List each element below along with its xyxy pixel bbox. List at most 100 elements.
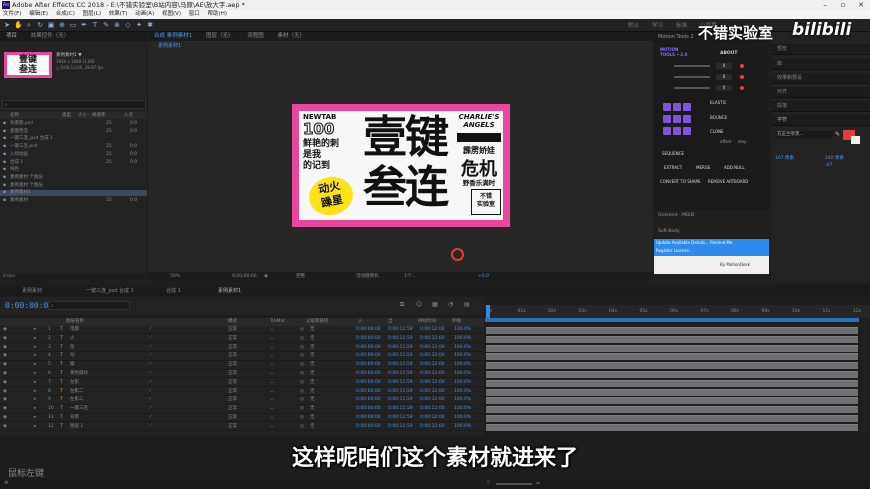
column-duration[interactable]: 持续时间 (418, 318, 436, 326)
pick-whip-icon[interactable]: ◎ (300, 370, 304, 377)
project-item-row[interactable]: ▪ 一键三连_psd 合成 1 (0, 136, 147, 142)
panel-library[interactable]: 库 (771, 59, 870, 70)
layer-mode-dropdown[interactable]: 正常 (228, 352, 237, 359)
layer-name[interactable]: 左影三 (70, 396, 84, 403)
expand-triangle-icon[interactable]: ▸ (34, 352, 36, 359)
slider-track-3[interactable] (674, 87, 710, 89)
pick-whip-icon[interactable]: ◎ (300, 396, 304, 403)
trkmat-dropdown[interactable]: ⌄ (270, 352, 274, 359)
timeline-layer-row[interactable]: ◉ ▸ 11 T 背景 ⁄ 正常 ⌄ ◎ 无 0:00:00:00 0:00:11:59 0:00:12… (0, 414, 484, 423)
eyedropper-icon[interactable]: ✎ (835, 131, 840, 138)
visibility-eye-icon[interactable]: ◉ (3, 326, 7, 333)
keyframe-dot-icon-3[interactable] (740, 86, 744, 90)
panel-paragraph[interactable]: 段落 (771, 101, 870, 112)
expand-triangle-icon[interactable]: ▸ (34, 379, 36, 386)
timeline-tab-3[interactable]: 合成 1 (166, 286, 181, 296)
layer-name[interactable]: 左影二 (70, 388, 84, 395)
graph-editor-icon[interactable]: ▤ (464, 301, 470, 308)
layer-duration[interactable]: 0:00:12:00 (420, 352, 445, 359)
layer-duration-bar[interactable] (486, 388, 858, 396)
layer-duration-bar[interactable] (486, 397, 858, 405)
layer-name[interactable]: 左影 (70, 379, 79, 386)
expand-triangle-icon[interactable]: ▸ (34, 423, 36, 430)
add-null-button[interactable]: ADD NULL (724, 165, 745, 170)
timeline-layer-row[interactable]: ◉ ▸ 6 T 黄色圆块 ⁄ 正常 ⌄ ◎ 无 0:00:00:00 0:00:11:59 0:00:1… (0, 370, 484, 379)
project-item-row[interactable]: ▪ 纯色 (0, 167, 147, 173)
tab-footage[interactable]: 素材（无） (278, 33, 306, 39)
pen-tool-icon[interactable]: ✒ (80, 21, 88, 29)
layer-switch-icon[interactable]: ⁄ (150, 326, 151, 333)
keyframe-dot-icon-2[interactable] (740, 75, 744, 79)
panel-effects-presets[interactable]: 效果和预设 (771, 73, 870, 84)
workspace-standard[interactable]: 标准 (676, 21, 687, 29)
layer-out-time[interactable]: 0:00:11:59 (388, 423, 413, 430)
timeline-tab-1[interactable]: 素例素材 (22, 286, 42, 296)
layer-in-time[interactable]: 0:00:00:00 (356, 414, 381, 421)
timeline-tab-4[interactable]: 素例素材1 (218, 286, 241, 296)
layer-switch-icon[interactable]: ⁄ (150, 405, 151, 412)
project-item-row[interactable]: ▪ 素例素材 25 0:0 (0, 198, 147, 204)
visibility-eye-icon[interactable]: ◉ (3, 405, 7, 412)
trkmat-dropdown[interactable]: ⌄ (270, 423, 274, 430)
hand-tool-icon[interactable]: ✋ (14, 21, 23, 29)
convert-to-shape-button[interactable]: CONVERT TO SHAPE (660, 179, 701, 184)
layer-mode-dropdown[interactable]: 正常 (228, 388, 237, 395)
layer-mode-dropdown[interactable]: 正常 (228, 361, 237, 368)
merge-button[interactable]: MERGE (696, 165, 710, 170)
project-item-row[interactable]: ▪ 素例素材 个图层 (0, 175, 147, 181)
layer-name[interactable]: 躁 (70, 361, 75, 368)
layer-duration-bar[interactable] (486, 327, 858, 334)
layer-in-time[interactable]: 0:00:00:00 (356, 405, 381, 412)
panel-align[interactable]: 对齐 (771, 87, 870, 98)
parent-dropdown[interactable]: 无 (310, 326, 315, 333)
parent-dropdown[interactable]: 无 (310, 396, 315, 403)
pick-whip-icon[interactable]: ◎ (300, 352, 304, 359)
column-size[interactable]: 大小 (78, 112, 87, 119)
trkmat-dropdown[interactable]: ⌄ (270, 414, 274, 421)
expand-triangle-icon[interactable]: ▸ (34, 344, 36, 351)
layer-out-time[interactable]: 0:00:11:59 (388, 388, 413, 395)
project-item-row[interactable]: ▪ 素例素材 个图层 (0, 183, 147, 189)
remove-artboard-button[interactable]: REMOVE ARTBOARD (708, 179, 748, 184)
trkmat-dropdown[interactable]: ⌄ (270, 335, 274, 342)
layer-switch-icon[interactable]: ⁄ (150, 379, 151, 386)
pick-whip-icon[interactable]: ◎ (300, 388, 304, 395)
anchor-grid[interactable] (662, 102, 695, 138)
eraser-tool-icon[interactable]: ◇ (124, 21, 132, 29)
views-dropdown[interactable]: 1个... (404, 272, 416, 282)
bit-depth-label[interactable]: 8 bpc (3, 274, 15, 279)
layer-out-time[interactable]: 0:00:11:59 (388, 352, 413, 359)
layer-duration[interactable]: 0:00:12:00 (420, 335, 445, 342)
timeline-layer-row[interactable]: ◉ ▸ 9 T 左影三 ⁄ 正常 ⌄ ◎ 无 0:00:00:00 0:00:11:59 0:00:12… (0, 396, 484, 405)
frame-blend-icon[interactable]: ▦ (432, 301, 438, 308)
timeline-tab-2[interactable]: 一键三连_psd 合成 1 (86, 286, 134, 296)
kerning-field[interactable]: -47 (825, 163, 832, 168)
pick-whip-icon[interactable]: ◎ (300, 361, 304, 368)
visibility-eye-icon[interactable]: ◉ (3, 335, 7, 342)
parent-dropdown[interactable]: 无 (310, 379, 315, 386)
value-field-2[interactable]: 0 (716, 74, 732, 80)
visibility-eye-icon[interactable]: ◉ (3, 379, 7, 386)
maximize-button[interactable]: ▫ (834, 0, 852, 10)
column-name[interactable]: 名称 (10, 112, 19, 119)
layer-mode-dropdown[interactable]: 正常 (228, 423, 237, 430)
pick-whip-icon[interactable]: ◎ (300, 405, 304, 412)
menu-animation[interactable]: 动画(A) (135, 11, 154, 17)
layer-name[interactable]: 火 (70, 335, 75, 342)
zoom-out-icon[interactable]: ⌔ (486, 480, 491, 486)
layer-duration-bar[interactable] (486, 353, 858, 361)
layer-mode-dropdown[interactable]: 正常 (228, 379, 237, 386)
minimize-button[interactable]: – (816, 0, 834, 10)
column-trkmat[interactable]: TrkMat (270, 318, 285, 326)
layer-stretch[interactable]: 100.0% (454, 370, 471, 377)
layer-stretch[interactable]: 100.0% (454, 344, 471, 351)
menu-file[interactable]: 文件(F) (3, 11, 21, 17)
draft-3d-icon[interactable]: ⧉ (400, 301, 404, 309)
tab-composition[interactable]: 合成 素例素材1 (154, 33, 192, 39)
resolution-dropdown[interactable]: 完整 (296, 272, 305, 282)
parent-dropdown[interactable]: 无 (310, 344, 315, 351)
column-in[interactable]: 入点 (124, 112, 133, 119)
layer-in-time[interactable]: 0:00:00:00 (356, 379, 381, 386)
puppet-tool-icon[interactable]: ✱ (146, 21, 154, 29)
layer-duration[interactable]: 0:00:12:00 (420, 344, 445, 351)
